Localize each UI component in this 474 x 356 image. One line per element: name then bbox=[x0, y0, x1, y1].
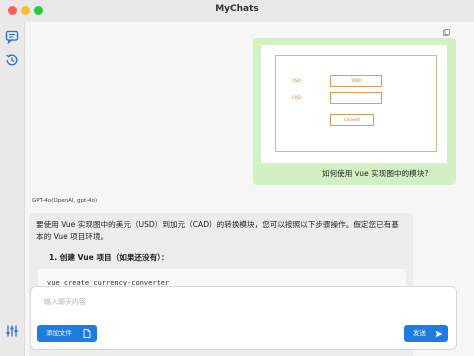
attached-image: USD: 1000 CAD: Convert bbox=[261, 45, 447, 163]
chat-panel: USD: 1000 CAD: Convert 如何使用 vue 实现图中的模块?… bbox=[25, 22, 474, 356]
mockup-cad-label: CAD: bbox=[292, 95, 302, 100]
file-icon bbox=[83, 329, 91, 338]
add-file-label: 添加文件 bbox=[46, 329, 72, 337]
title-bar: MyChats bbox=[0, 0, 474, 23]
model-label: GPT-4o(OpenAI, gpt-4o) bbox=[32, 198, 98, 204]
sidebar bbox=[0, 22, 25, 356]
settings-sliders-icon[interactable] bbox=[5, 324, 19, 338]
add-file-button[interactable]: 添加文件 bbox=[37, 325, 97, 342]
mockup-usd-input: 1000 bbox=[330, 75, 382, 87]
send-label: 发送 bbox=[413, 329, 426, 337]
mockup-convert-button: Convert bbox=[330, 114, 374, 126]
mockup-usd-label: USD: bbox=[292, 78, 302, 83]
assistant-step-1: 1. 创建 Vue 项目（如果还没有）： bbox=[49, 253, 169, 262]
user-message-text: 如何使用 vue 实现图中的模块? bbox=[322, 169, 429, 178]
send-icon bbox=[435, 330, 443, 338]
mockup-frame: USD: 1000 CAD: Convert bbox=[275, 55, 437, 152]
assistant-paragraph: 要使用 Vue 实现图中的美元（USD）到加元（CAD）的转换模块，您可以按照以… bbox=[36, 220, 399, 241]
copy-icon[interactable] bbox=[443, 29, 450, 36]
message-input[interactable]: 输入聊天内容 bbox=[44, 297, 86, 307]
chat-list-icon[interactable] bbox=[5, 30, 19, 44]
send-button[interactable]: 发送 bbox=[404, 325, 448, 342]
history-icon[interactable] bbox=[5, 53, 19, 67]
window-title: MyChats bbox=[215, 4, 259, 14]
mockup-cad-input bbox=[330, 92, 382, 104]
message-composer[interactable]: 输入聊天内容 添加文件 发送 bbox=[30, 286, 457, 350]
